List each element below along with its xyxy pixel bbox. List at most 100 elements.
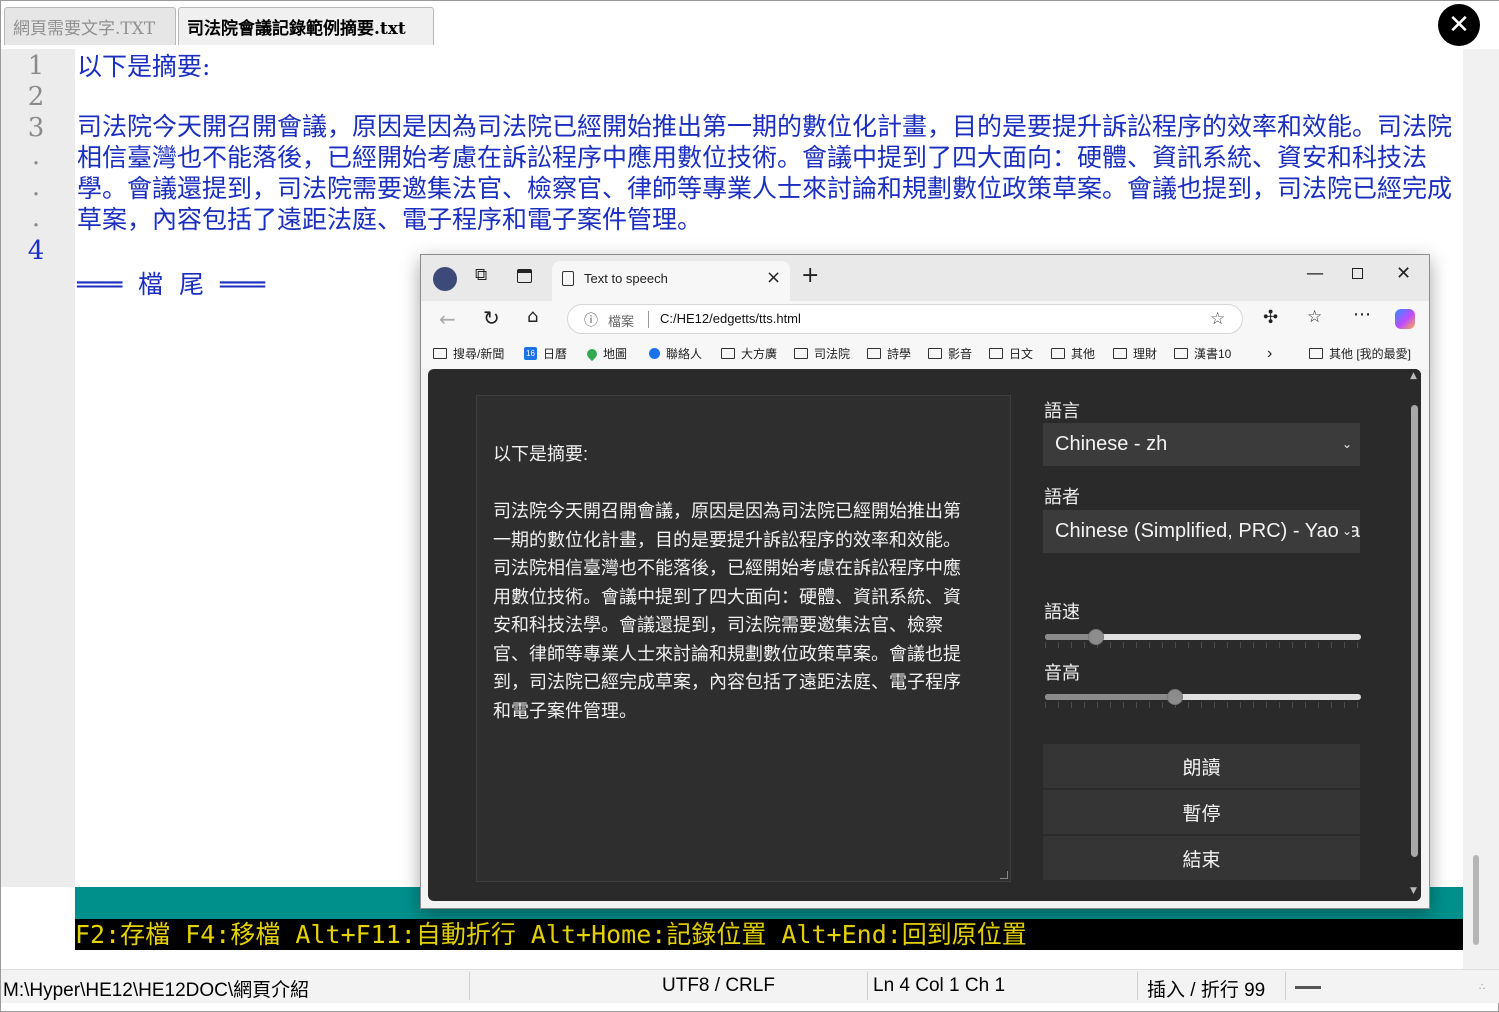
favorites-icon[interactable]: ☆ (1307, 307, 1322, 327)
folder-icon (433, 348, 447, 359)
status-cursor-position[interactable]: Ln 4 Col 1 Ch 1 (873, 975, 1005, 997)
tts-text-line: 司法院相信臺灣也不能落後，已經開始考慮在訴訟程序中應 (493, 558, 961, 578)
vertical-scrollbar[interactable] (1463, 49, 1499, 969)
stop-button[interactable]: 結束 (1043, 836, 1360, 881)
voice-selected-value: Chinese (Simplified, PRC) - Yaoyao (1055, 520, 1360, 542)
fav-other-favorites[interactable]: 其他 [我的最愛] (1309, 345, 1411, 362)
fav-maps[interactable]: 地圖 (584, 345, 627, 362)
tts-text-line: 安和科技法學。會議還提到，司法院需要邀集法官、檢察 (493, 615, 943, 635)
fav-japanese[interactable]: 日文 (989, 345, 1033, 362)
fav-other[interactable]: 其他 (1051, 345, 1095, 362)
folder-icon (1174, 348, 1188, 359)
slider-handle[interactable] (1167, 689, 1183, 705)
line-number-wrap: . (31, 203, 41, 233)
close-icon[interactable]: ✕ (1438, 4, 1480, 46)
fav-finance[interactable]: 理財 (1113, 345, 1157, 362)
browser-title-bar: ⧉ Text to speech × + — ✕ (421, 255, 1429, 301)
fav-dafangguang[interactable]: 大方廣 (721, 345, 777, 362)
fav-search-news[interactable]: 搜尋/新聞 (433, 345, 504, 362)
fav-judicial-yuan[interactable]: 司法院 (794, 345, 850, 362)
folder-icon (1309, 348, 1323, 359)
language-select[interactable]: Chinese - zh ⌄ (1043, 423, 1360, 466)
address-scheme-label: 檔案 (608, 314, 635, 329)
tts-text-line: 用數位技術。會議中提到了四大面向：硬體、資訊系統、資 (493, 586, 961, 607)
new-tab-icon[interactable]: + (801, 263, 819, 288)
person-icon (649, 348, 660, 359)
favorites-bar: 搜尋/新聞 16 日曆 地圖 聯絡人 大方廣 司法院 詩學 影音 日文 其他 理財… (421, 341, 1429, 369)
maximize-icon[interactable] (1352, 268, 1363, 279)
refresh-icon[interactable]: ↻ (483, 306, 500, 330)
tts-text-input[interactable]: 以下是摘要: 司法院今天開召開會議，原因是因為司法院已經開始推出第 一期的數位化… (476, 395, 1011, 882)
window-close-icon[interactable]: ✕ (1396, 263, 1411, 284)
chevron-down-icon: ⌄ (1341, 437, 1352, 451)
tab-web-text[interactable]: 網頁需要文字.TXT (4, 7, 176, 45)
address-bar[interactable]: ⓘ 檔案 C:/HE12/edgetts/tts.html ☆ (567, 304, 1243, 334)
fav-contacts[interactable]: 聯絡人 (649, 345, 702, 362)
folder-icon (1113, 348, 1127, 359)
tab-meeting-summary[interactable]: 司法院會議記錄範例摘要.txt (178, 7, 434, 45)
scrollbar-thumb[interactable] (1473, 855, 1479, 945)
fav-poetry[interactable]: 詩學 (867, 345, 911, 362)
extensions-icon[interactable]: ✣ (1263, 307, 1278, 328)
resize-grip-icon[interactable]: ∴ (1479, 983, 1493, 999)
slider-fill (1045, 694, 1175, 700)
status-encoding[interactable]: UTF8 / CRLF (662, 975, 775, 997)
voice-label: 語者 (1044, 487, 1080, 507)
function-key-bar: F2:存檔 F4:移檔 Alt+F11:自動折行 Alt+Home:記錄位置 A… (75, 919, 1463, 950)
minus-icon (1295, 986, 1321, 989)
voice-select[interactable]: Chinese (Simplified, PRC) - Yaoyao ⌄ (1043, 510, 1360, 553)
profile-avatar[interactable] (433, 267, 457, 291)
status-divider (469, 972, 470, 1000)
status-mode[interactable]: 插入 / 折行 99 (1147, 975, 1265, 1002)
end-of-file-marker: ═══ 檔 尾 ═══ (77, 270, 265, 299)
line-number-wrap: . (31, 172, 41, 202)
slider-handle[interactable] (1088, 629, 1104, 645)
folder-icon (989, 348, 1003, 359)
folder-icon (928, 348, 942, 359)
folder-icon (721, 348, 735, 359)
home-icon[interactable]: ⌂ (527, 306, 538, 327)
tts-text-line: 到，司法院已經完成草案，內容包括了遠距法庭、電子程序 (493, 672, 961, 692)
rate-label: 語速 (1044, 602, 1080, 622)
folder-icon (867, 348, 881, 359)
back-icon[interactable]: ← (439, 307, 456, 331)
status-path: M:\Hyper\HE12\HE12DOC\網頁介紹 (3, 980, 310, 1001)
pitch-slider[interactable] (1045, 688, 1361, 708)
page-scrollbar[interactable]: ▲ ▼ (1408, 369, 1421, 901)
scroll-up-icon[interactable]: ▲ (1410, 371, 1417, 381)
editor-line-1: 以下是摘要: (77, 52, 211, 81)
browser-tab-title: Text to speech (584, 271, 668, 286)
status-bar: M:\Hyper\HE12\HE12DOC\網頁介紹 UTF8 / CRLF L… (1, 969, 1499, 1003)
browser-tab-tts[interactable]: Text to speech × (552, 261, 790, 301)
more-menu-icon[interactable]: ⋯ (1353, 304, 1371, 325)
workspaces-icon[interactable]: ⧉ (475, 265, 487, 285)
language-selected-value: Chinese - zh (1055, 433, 1168, 455)
chevron-down-icon: ⌄ (1337, 510, 1352, 553)
fav-hanshu10[interactable]: 漢書10 (1174, 345, 1231, 362)
read-button[interactable]: 朗讀 (1043, 744, 1360, 789)
more-favorites-chevron-icon[interactable]: › (1267, 345, 1272, 363)
fav-calendar[interactable]: 16 日曆 (524, 345, 567, 362)
info-icon[interactable]: ⓘ (584, 310, 598, 330)
minimize-icon[interactable]: — (1306, 263, 1324, 284)
scroll-down-icon[interactable]: ▼ (1410, 886, 1417, 896)
rate-slider[interactable] (1045, 628, 1361, 648)
language-label: 語言 (1044, 401, 1080, 421)
browser-window: ⧉ Text to speech × + — ✕ ← ↻ ⌂ ⓘ 檔案 C:/H… (420, 254, 1430, 909)
copilot-icon[interactable] (1395, 309, 1415, 329)
textarea-resize-grip[interactable] (1000, 871, 1008, 879)
status-divider (1285, 972, 1286, 1000)
tts-text-line: 以下是摘要: (493, 444, 589, 464)
favorite-star-icon[interactable]: ☆ (1210, 309, 1225, 329)
page-scrollbar-thumb[interactable] (1411, 405, 1418, 857)
tts-text-line: 一期的數位化計畫，目的是要提升訴訟程序的效率和效能。 (493, 529, 961, 550)
tab-close-icon[interactable]: × (766, 267, 781, 288)
fav-media[interactable]: 影音 (928, 345, 972, 362)
tts-text-line: 官、律師等專業人士來討論和規劃數位政策草案。會議也提 (493, 643, 961, 664)
vertical-tabs-icon[interactable] (517, 269, 532, 283)
address-url: C:/HE12/edgetts/tts.html (660, 311, 801, 326)
tts-page: 以下是摘要: 司法院今天開召開會議，原因是因為司法院已經開始推出第 一期的數位化… (428, 369, 1421, 901)
pause-button[interactable]: 暫停 (1043, 790, 1360, 835)
line-number-current: 4 (27, 236, 45, 266)
calendar-icon: 16 (524, 347, 537, 360)
